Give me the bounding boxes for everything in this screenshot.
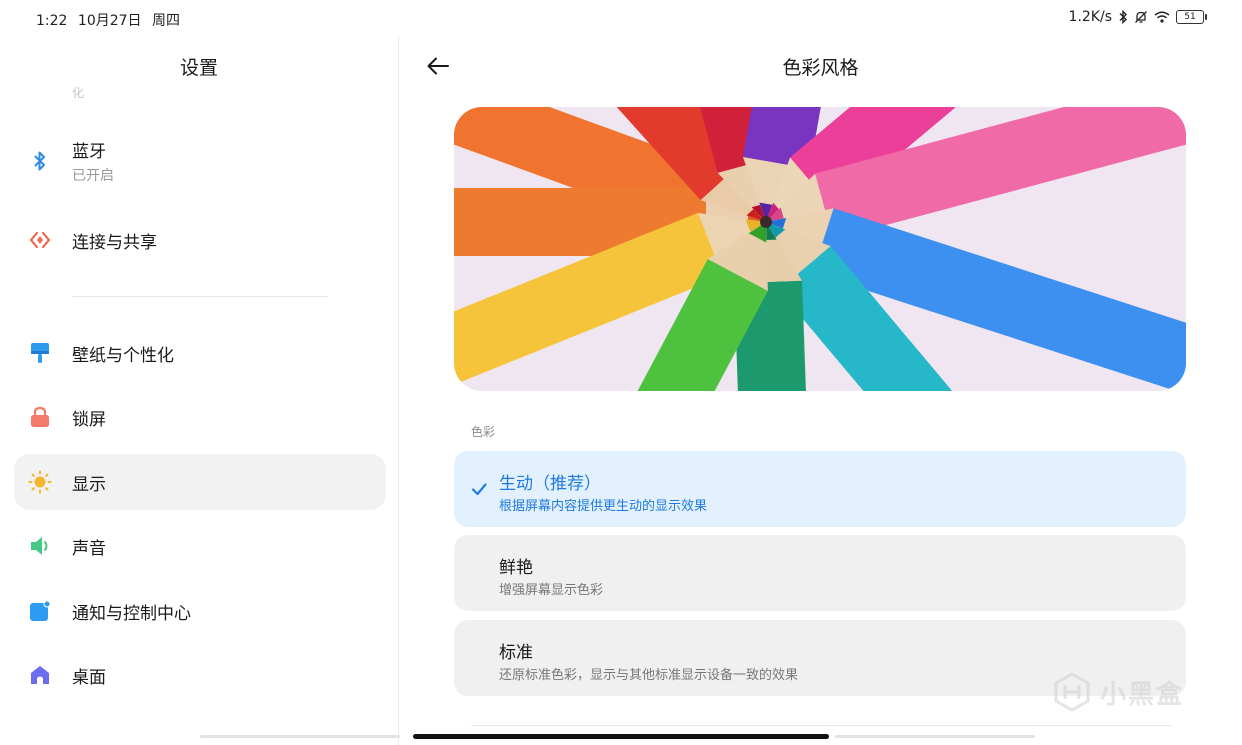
watermark-logo-icon [1054,672,1090,712]
sidebar-item-desktop[interactable]: 桌面 [14,647,386,703]
sidebar-item-label: 锁屏 [72,409,106,430]
bluetooth-icon [28,149,52,173]
option-title: 标准 [499,643,533,663]
option-description: 根据屏幕内容提供更生动的显示效果 [499,499,708,514]
status-right: 1.2K/s 51 [1068,9,1207,25]
option-description: 还原标准色彩，显示与其他标准显示设备一致的效果 [499,668,799,683]
lock-icon [28,405,52,429]
sidebar-item-label: 蓝牙 [72,142,106,162]
sidebar-item-label: 通知与控制中心 [72,603,191,624]
bluetooth-status-icon [1119,10,1127,24]
net-speed: 1.2K/s [1068,9,1112,25]
color-preview-image [454,107,1186,391]
settings-sidebar: 设置 化 蓝牙 已开启 连接与共享 壁纸与个性化 锁屏 显示 声音 通知与控制中… [0,36,399,745]
sidebar-divider [72,296,328,297]
sidebar-item-sub: 已开启 [72,168,114,184]
option-description: 增强屏幕显示色彩 [499,583,604,598]
partial-menu-item: 化 [72,86,85,100]
watermark-text: 小黑盒 [1100,679,1185,710]
page-title: 色彩风格 [782,57,859,79]
sidebar-item-display[interactable]: 显示 [14,454,386,510]
color-style-panel: 色彩风格 色彩 生动（推荐） 根据屏幕内容提供更生动的显示效果 鲜艳 增强屏幕显… [399,36,1242,745]
option-title: 鲜艳 [499,558,533,578]
sidebar-item-label: 桌面 [72,667,106,688]
battery-indicator: 51 [1176,10,1207,24]
home-indicator[interactable] [413,734,829,739]
sidebar-item-label: 连接与共享 [72,232,157,253]
gesture-track-left [200,735,400,738]
sidebar-item-connection-share[interactable]: 连接与共享 [14,212,386,268]
notification-icon [28,599,52,623]
sidebar-item-label: 显示 [72,474,106,495]
sidebar-item-texts: 桌面 [72,663,106,688]
sidebar-item-texts: 锁屏 [72,405,106,430]
colored-pencils-illustration [454,107,1186,391]
settings-title: 设置 [179,57,218,79]
option-title: 生动（推荐） [499,474,601,494]
sidebar-item-texts: 显示 [72,470,106,495]
sidebar-item-wallpaper[interactable]: 壁纸与个性化 [14,325,386,381]
battery-level: 51 [1184,12,1196,22]
watermark: 小黑盒 [1052,672,1184,712]
check-icon [471,483,487,496]
wifi-icon [1154,11,1170,23]
gesture-track-right [835,735,1035,738]
wallpaper-brush-icon [28,341,52,365]
sidebar-item-label: 声音 [72,538,106,559]
sidebar-item-label: 壁纸与个性化 [72,345,174,366]
section-label-color: 色彩 [471,425,496,439]
speaker-icon [28,534,52,558]
bottom-divider [471,725,1171,726]
sidebar-item-texts: 声音 [72,534,106,559]
sidebar-item-notifications[interactable]: 通知与控制中心 [14,583,386,639]
status-time: 1:22 [36,13,68,29]
status-date: 10月27日 [77,13,142,29]
sidebar-item-texts: 壁纸与个性化 [72,341,174,366]
connection-share-icon [28,228,52,252]
sidebar-item-lockscreen[interactable]: 锁屏 [14,389,386,445]
home-icon [28,663,52,687]
sidebar-item-texts: 连接与共享 [72,228,157,253]
status-left: 1:22 10月27日 周四 [36,10,186,30]
sidebar-item-sound[interactable]: 声音 [14,518,386,574]
color-option-bright[interactable]: 鲜艳 增强屏幕显示色彩 [454,535,1186,611]
sidebar-item-bluetooth[interactable]: 蓝牙 已开启 [14,133,386,189]
status-bar: 1:22 10月27日 周四 1.2K/s 51 [0,0,1242,36]
status-weekday: 周四 [152,13,180,29]
sun-icon [28,470,52,494]
mute-bell-icon [1135,11,1147,23]
sidebar-item-texts: 蓝牙 已开启 [72,137,114,185]
sidebar-item-texts: 通知与控制中心 [72,599,191,624]
color-option-vivid[interactable]: 生动（推荐） 根据屏幕内容提供更生动的显示效果 [454,451,1186,527]
